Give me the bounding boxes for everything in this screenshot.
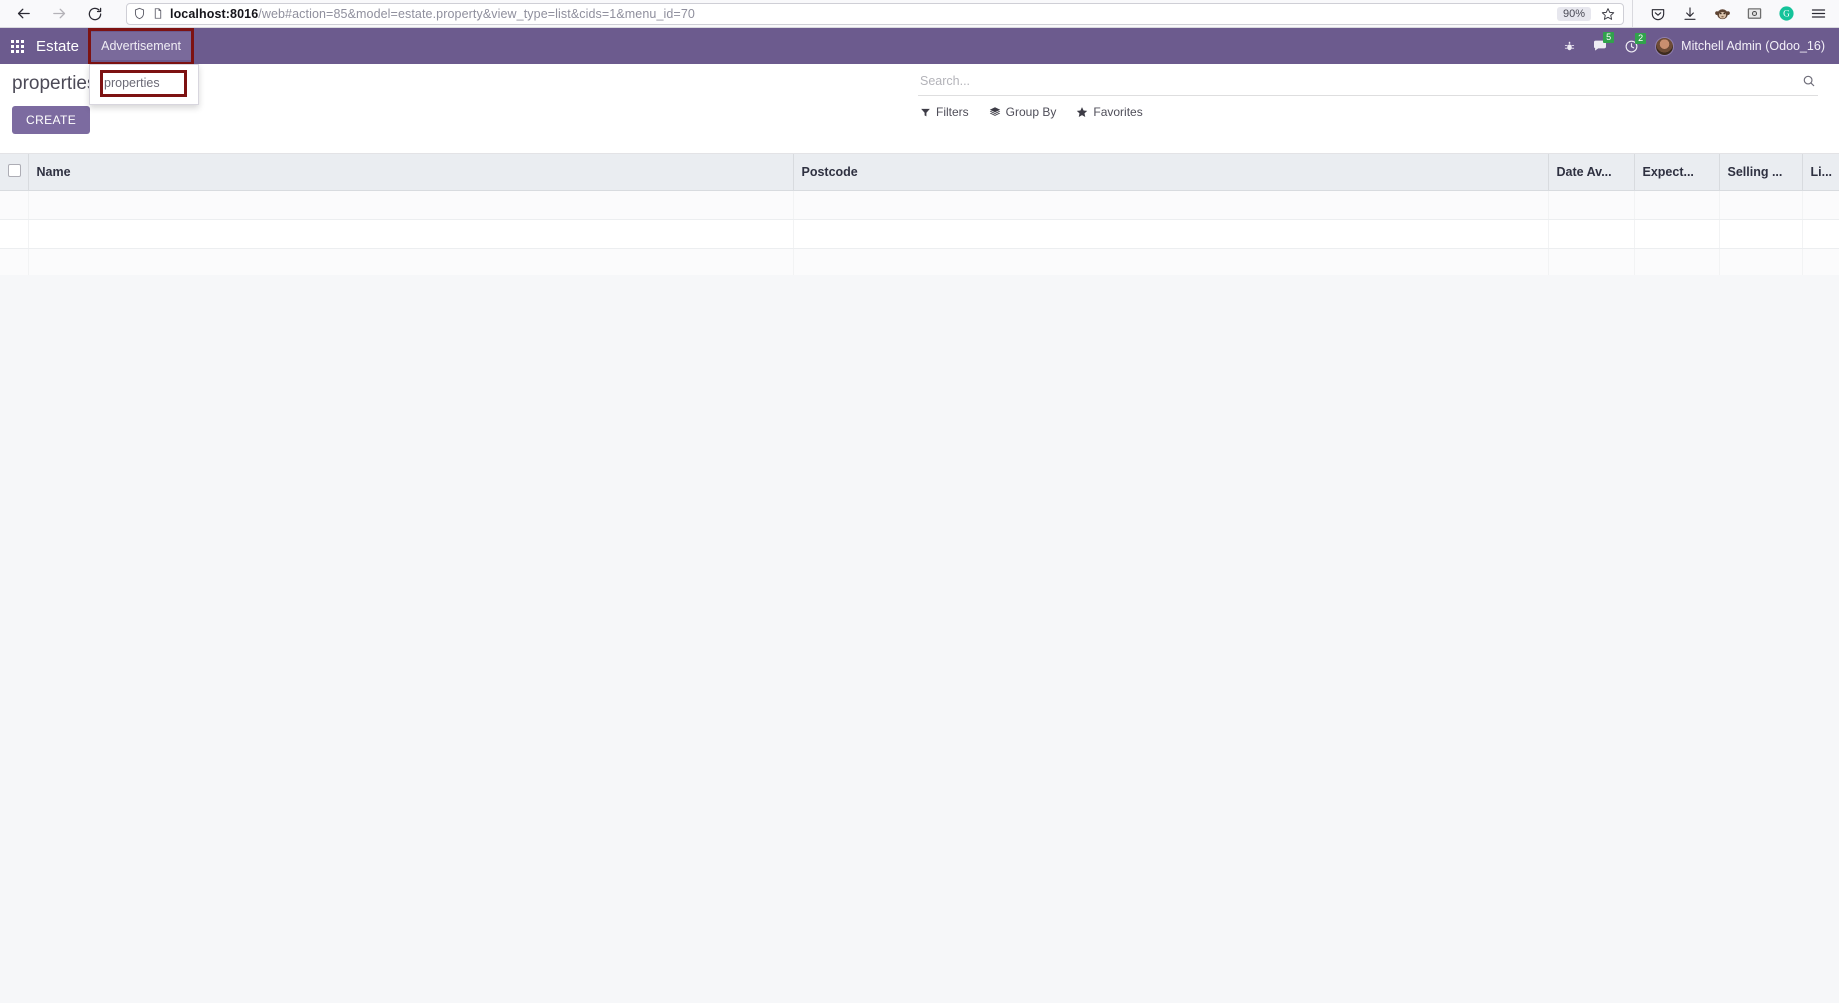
cell-date-availability[interactable] [1548,248,1635,278]
group-by-label: Group By [1005,105,1057,119]
column-header-selling-price[interactable]: Selling ... [1719,154,1803,191]
advertisement-dropdown-menu: properties [89,64,199,105]
table-row[interactable] [0,219,1839,249]
activities-clock-icon[interactable]: 2 [1624,32,1647,54]
filter-icon [920,107,931,118]
control-panel-left: properties CREATE [10,64,99,134]
page-info-icon[interactable] [152,7,164,20]
url-text[interactable]: localhost:8016/web#action=85&model=estat… [170,7,1551,21]
reload-button[interactable] [78,2,112,26]
browser-nav-buttons [0,2,112,26]
filters-label: Filters [936,105,969,119]
browser-extensions-area: G [1632,0,1839,27]
grid-dots [10,39,24,53]
cell-postcode[interactable] [793,219,1549,249]
cell-date-availability[interactable] [1548,190,1635,220]
layers-icon [989,106,1001,118]
cell-date-availability[interactable] [1548,219,1635,249]
cell-expected-price[interactable] [1634,219,1720,249]
dropdown-item-properties-label: properties [104,76,160,90]
cell-name[interactable] [28,190,794,220]
table-header: Name Postcode Date Av... Expect... Selli… [0,154,1839,191]
pocket-icon[interactable] [1649,5,1667,23]
filter-row: Filters Group By Favorites [918,96,1818,119]
column-header-expected-price[interactable]: Expect... [1634,154,1720,191]
page-background [0,275,1839,1003]
column-header-date-availability[interactable]: Date Av... [1548,154,1635,191]
messages-icon[interactable]: 5 [1592,32,1615,54]
select-all-checkbox[interactable] [8,164,21,177]
select-all-header[interactable] [0,154,29,191]
search-icon[interactable] [1794,74,1816,88]
screenshot-extension-icon[interactable] [1745,5,1763,23]
menu-item-advertisement-label: Advertisement [101,39,182,53]
group-by-button[interactable]: Group By [989,105,1057,119]
column-header-living-area[interactable]: Li... [1802,154,1839,191]
favorites-label: Favorites [1093,105,1143,119]
cell-name[interactable] [28,248,794,278]
column-header-name[interactable]: Name [28,154,794,191]
column-header-postcode[interactable]: Postcode [793,154,1549,191]
table-header-row: Name Postcode Date Av... Expect... Selli… [0,154,1839,191]
url-host: localhost:8016 [170,6,259,21]
debug-bug-icon[interactable] [1563,40,1576,53]
shield-icon[interactable] [133,7,146,20]
hamburger-menu-icon[interactable] [1809,5,1827,23]
svg-text:G: G [1783,9,1790,19]
control-panel-search-area: Filters Group By Favorites [918,70,1818,119]
breadcrumb[interactable]: properties [10,64,99,96]
cell-living-area[interactable] [1802,219,1839,249]
browser-toolbar: localhost:8016/web#action=85&model=estat… [0,0,1839,28]
apps-menu-icon[interactable] [0,28,34,64]
cell-living-area[interactable] [1802,190,1839,220]
url-path: /web#action=85&model=estate.property&vie… [258,6,695,21]
control-panel: properties CREATE Filters Group By [0,64,1839,154]
back-button[interactable] [6,2,40,26]
filters-button[interactable]: Filters [920,105,969,119]
menu-item-advertisement[interactable]: Advertisement [88,28,195,65]
app-brand-name[interactable]: Estate [34,38,91,55]
search-input[interactable] [920,74,1794,88]
table-row[interactable] [0,190,1839,220]
user-menu[interactable]: Mitchell Admin (Odoo_16) [1655,36,1825,56]
favorites-button[interactable]: Favorites [1076,105,1143,119]
search-row [918,70,1818,96]
navbar-systray: 5 2 Mitchell Admin (Odoo_16) [1563,28,1839,64]
cell-postcode[interactable] [793,248,1549,278]
cell-expected-price[interactable] [1634,248,1720,278]
cell-name[interactable] [28,219,794,249]
cell-postcode[interactable] [793,190,1549,220]
table-row[interactable] [0,248,1839,278]
avatar [1655,36,1675,56]
grammarly-icon[interactable]: G [1777,5,1795,23]
cell-living-area[interactable] [1802,248,1839,278]
row-checkbox-cell[interactable] [0,248,29,278]
bookmark-star-icon[interactable] [1599,7,1617,21]
activities-count-badge: 2 [1635,32,1647,44]
monkey-extension-icon[interactable] [1713,5,1731,23]
odoo-navbar: Estate Advertisement 5 2 Mitchell Admin … [0,28,1839,65]
cell-selling-price[interactable] [1719,248,1803,278]
star-icon [1076,106,1088,118]
cell-expected-price[interactable] [1634,190,1720,220]
forward-button[interactable] [42,2,76,26]
row-checkbox-cell[interactable] [0,219,29,249]
dropdown-item-properties[interactable]: properties [90,70,198,97]
urlbar-container: localhost:8016/web#action=85&model=estat… [112,2,1632,25]
zoom-level-badge[interactable]: 90% [1556,6,1591,21]
row-checkbox-cell[interactable] [0,190,29,220]
cell-selling-price[interactable] [1719,219,1803,249]
cell-selling-price[interactable] [1719,190,1803,220]
create-button[interactable]: CREATE [12,106,91,134]
user-name-label: Mitchell Admin (Odoo_16) [1681,39,1825,53]
address-bar[interactable]: localhost:8016/web#action=85&model=estat… [126,2,1624,25]
messages-count-badge: 5 [1603,32,1615,43]
download-icon[interactable] [1681,5,1699,23]
